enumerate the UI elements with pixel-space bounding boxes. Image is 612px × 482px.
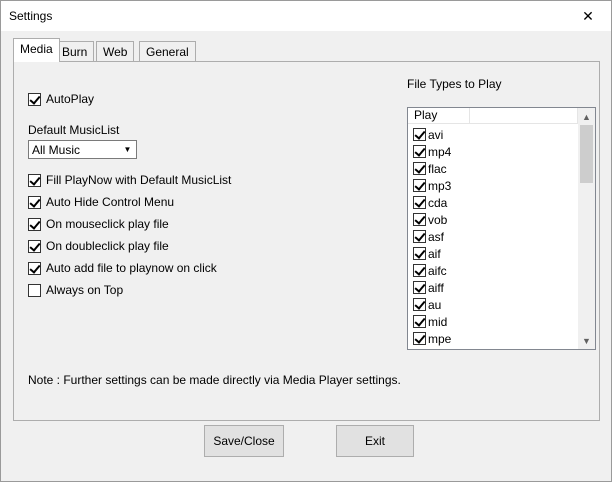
auto-hide-menu-label: Auto Hide Control Menu: [46, 195, 175, 209]
list-item[interactable]: mp3: [413, 177, 578, 194]
list-item[interactable]: mp4: [413, 143, 578, 160]
column-header-play[interactable]: Play: [408, 108, 470, 124]
close-icon: ✕: [582, 7, 594, 24]
file-type-label: aiff: [428, 280, 444, 295]
file-type-label: mp4: [428, 144, 452, 159]
list-item[interactable]: au: [413, 296, 578, 313]
chevron-down-icon: ▼: [123, 145, 132, 154]
list-item[interactable]: mid: [413, 313, 578, 330]
fill-playnow-label: Fill PlayNow with Default MusicList: [46, 173, 232, 187]
fill-playnow-checkbox[interactable]: [28, 173, 41, 187]
file-type-checkbox[interactable]: [413, 213, 426, 226]
column-header-empty[interactable]: [470, 108, 578, 124]
exit-button[interactable]: Exit: [336, 425, 414, 457]
tab-web[interactable]: Web: [96, 41, 135, 61]
list-item[interactable]: asf: [413, 228, 578, 245]
file-type-label: cda: [428, 195, 448, 210]
tab-media[interactable]: Media: [13, 38, 60, 62]
list-item[interactable]: vob: [413, 211, 578, 228]
file-type-checkbox[interactable]: [413, 162, 426, 175]
file-type-checkbox[interactable]: [413, 281, 426, 294]
file-type-label: au: [428, 297, 442, 312]
settings-note: Note : Further settings can be made dire…: [28, 373, 401, 387]
tab-burn-label: Burn: [62, 45, 88, 59]
file-type-checkbox[interactable]: [413, 247, 426, 260]
tab-general-label: General: [146, 45, 189, 59]
list-item[interactable]: aif: [413, 245, 578, 262]
file-type-checkbox[interactable]: [413, 315, 426, 328]
doubleclick-play-label: On doubleclick play file: [46, 239, 169, 253]
file-type-checkbox[interactable]: [413, 230, 426, 243]
auto-add-file-checkbox[interactable]: [28, 261, 41, 275]
file-type-label: mpe: [428, 331, 452, 346]
musiclist-selected-value: All Music: [32, 143, 81, 157]
file-type-label: avi: [428, 127, 444, 142]
scroll-thumb[interactable]: [580, 125, 593, 183]
file-type-checkbox[interactable]: [413, 179, 426, 192]
list-item[interactable]: flac: [413, 160, 578, 177]
option-always-on-top[interactable]: Always on Top: [28, 282, 123, 298]
option-auto-hide-menu[interactable]: Auto Hide Control Menu: [28, 194, 174, 210]
tab-media-label: Media: [20, 42, 53, 56]
autoplay-checkbox[interactable]: [28, 92, 41, 106]
file-types-rows: avi mp4 flac mp3 cda vob asf aif aifc aiff au mid mp…: [413, 126, 578, 347]
file-type-checkbox[interactable]: [413, 264, 426, 277]
always-on-top-label: Always on Top: [46, 283, 124, 297]
scroll-down-icon[interactable]: ▼: [578, 332, 595, 349]
file-type-checkbox[interactable]: [413, 298, 426, 311]
option-fill-playnow[interactable]: Fill PlayNow with Default MusicList: [28, 172, 231, 188]
settings-window: Settings ✕ Media Burn Web General AutoPl…: [0, 0, 612, 482]
file-types-heading: File Types to Play: [407, 77, 502, 91]
always-on-top-checkbox[interactable]: [28, 283, 41, 297]
list-item[interactable]: avi: [413, 126, 578, 143]
doubleclick-play-checkbox[interactable]: [28, 239, 41, 253]
file-type-label: asf: [428, 229, 445, 244]
file-type-label: flac: [428, 161, 447, 176]
file-type-label: aif: [428, 246, 441, 261]
mouseclick-play-checkbox[interactable]: [28, 217, 41, 231]
file-type-checkbox[interactable]: [413, 196, 426, 209]
list-item[interactable]: aifc: [413, 262, 578, 279]
list-item[interactable]: cda: [413, 194, 578, 211]
autoplay-label: AutoPlay: [46, 92, 95, 106]
file-type-label: mid: [428, 314, 448, 329]
auto-add-file-label: Auto add file to playnow on click: [46, 261, 217, 275]
option-mouseclick-play[interactable]: On mouseclick play file: [28, 216, 169, 232]
list-item[interactable]: mpe: [413, 330, 578, 347]
tab-burn[interactable]: Burn: [55, 41, 95, 61]
file-type-label: mp3: [428, 178, 452, 193]
default-musiclist-select[interactable]: All Music ▼: [28, 140, 137, 159]
list-item[interactable]: aiff: [413, 279, 578, 296]
file-type-checkbox[interactable]: [413, 128, 426, 141]
title-bar: Settings ✕: [1, 1, 611, 31]
file-types-list[interactable]: Play avi mp4 flac mp3 cda vob asf aif aifc aiff au…: [407, 107, 596, 350]
tab-general[interactable]: General: [139, 41, 196, 61]
vertical-scrollbar[interactable]: ▲ ▼: [578, 108, 595, 349]
file-type-label: aifc: [428, 263, 447, 278]
auto-hide-menu-checkbox[interactable]: [28, 195, 41, 209]
tab-web-label: Web: [103, 45, 128, 59]
mouseclick-play-label: On mouseclick play file: [46, 217, 169, 231]
file-type-label: vob: [428, 212, 448, 227]
file-type-checkbox[interactable]: [413, 332, 426, 345]
scroll-up-icon[interactable]: ▲: [578, 108, 595, 125]
default-musiclist-label: Default MusicList: [28, 123, 120, 137]
autoplay-option[interactable]: AutoPlay: [28, 91, 94, 107]
option-doubleclick-play[interactable]: On doubleclick play file: [28, 238, 169, 254]
file-type-checkbox[interactable]: [413, 145, 426, 158]
close-button[interactable]: ✕: [565, 1, 611, 31]
option-auto-add-file[interactable]: Auto add file to playnow on click: [28, 260, 217, 276]
save-close-button[interactable]: Save/Close: [204, 425, 284, 457]
list-header: Play: [408, 108, 578, 124]
window-title: Settings: [9, 9, 53, 23]
